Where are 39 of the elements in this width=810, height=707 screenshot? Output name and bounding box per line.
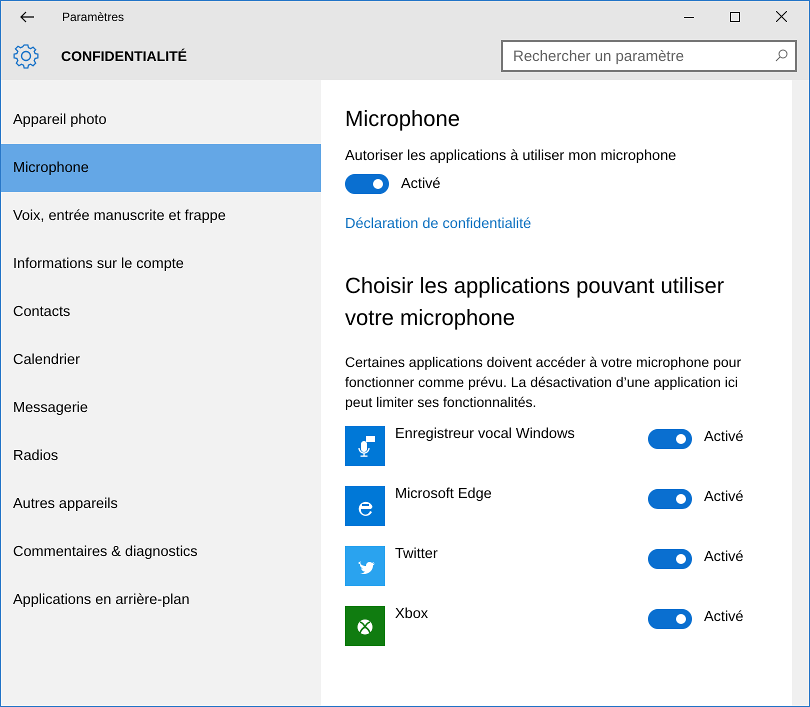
sidebar-item[interactable]: Microphone [1,144,321,192]
window-title: Paramètres [62,10,124,24]
maximize-icon[interactable] [730,12,740,22]
sidebar-item[interactable]: Autres appareils [1,480,321,528]
toggle-label: Activé [704,489,744,505]
toggle-label: Activé [401,176,440,192]
toggle-switch[interactable] [648,429,692,449]
privacy-link[interactable]: Déclaration de confidentialité [345,216,768,232]
setting-label: Autoriser les applications à utiliser mon microphone [345,148,678,164]
description-text: Certaines applications doivent accéder à votre microphone pour fonctionner comme prévu. La désactivation d’une application ici peut limiter ses fonctionnalités. [345,353,742,412]
app-name: Xbox [395,606,430,622]
app-name: Enregistreur vocal Windows [395,426,576,442]
sidebar-item[interactable]: Commentaires & diagnostics [1,528,321,576]
sidebar-item[interactable]: Radios [1,432,321,480]
sidebar-item[interactable]: Calendrier [1,336,321,384]
sidebar-item[interactable]: Informations sur le compte [1,240,321,288]
app-name: Microsoft Edge [395,486,493,502]
toggle-label: Activé [704,609,744,625]
toggle-switch[interactable] [648,549,692,569]
sidebar-item[interactable]: Applications en arrière-plan [1,576,321,624]
toggle-switch[interactable] [648,609,692,629]
sidebar-item[interactable]: Voix, entrée manuscrite et frappe [1,192,321,240]
section-heading: Choisir les applications pouvant utiliser votre microphone [345,272,726,332]
toggle-switch[interactable] [648,489,692,509]
close-icon[interactable] [776,11,787,22]
sidebar-item[interactable]: Contacts [1,288,321,336]
app-name: Twitter [395,546,439,562]
sidebar-item[interactable]: Messagerie [1,384,321,432]
search-field[interactable]: Rechercher un paramètre [501,40,797,72]
scrollbar[interactable] [792,80,809,706]
back-arrow-icon[interactable] [20,10,34,22]
toggle-label: Activé [704,549,744,565]
search-icon[interactable] [775,49,788,62]
gear-icon [13,43,39,69]
page-title: Microphone [345,106,461,132]
toggle-label: Activé [704,429,744,445]
sidebar-item[interactable]: Appareil photo [1,96,321,144]
toggle-switch[interactable] [345,174,389,194]
section-title: CONFIDENTIALITÉ [61,48,187,64]
